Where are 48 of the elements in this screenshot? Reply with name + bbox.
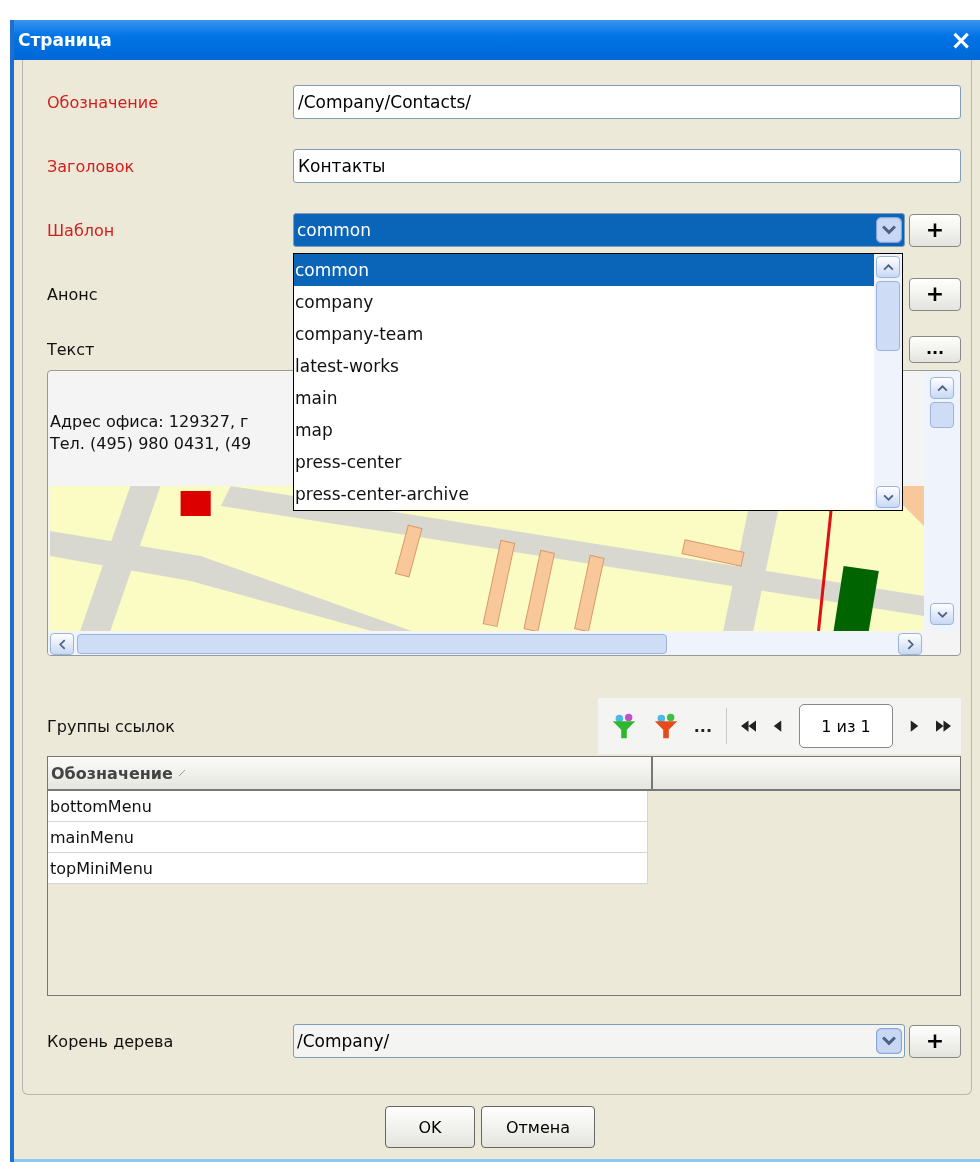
page-field[interactable]: 1 из 1 (799, 704, 893, 748)
more-button[interactable]: ... (693, 716, 712, 736)
dropdown-option[interactable]: company (294, 286, 874, 318)
horizontal-scrollbar[interactable] (48, 633, 924, 655)
more-button[interactable]: ... (909, 335, 961, 363)
vertical-scrollbar[interactable] (874, 254, 902, 510)
sort-icon[interactable] (178, 770, 185, 776)
section-label: Группы ссылок (47, 716, 176, 736)
tree-root-select[interactable]: /Company/ (293, 1024, 905, 1058)
scroll-left-icon[interactable] (50, 633, 74, 655)
template-select[interactable]: common (293, 213, 905, 247)
input-field[interactable]: Контакты (293, 149, 961, 183)
field-label: Заголовок (47, 156, 136, 176)
add-button[interactable]: + (909, 1024, 961, 1058)
dropdown-option[interactable]: main (294, 382, 874, 414)
dropdown-option[interactable]: company-team (294, 318, 874, 350)
vertical-scrollbar[interactable] (924, 371, 960, 631)
field-label: Текст (47, 339, 96, 359)
add-button[interactable]: + (909, 277, 961, 311)
field-label: Корень дерева (47, 1031, 175, 1051)
scroll-down-icon[interactable] (930, 603, 954, 625)
field-label: Шаблон (47, 220, 116, 240)
add-button[interactable]: + (909, 213, 961, 247)
scroll-right-icon[interactable] (898, 633, 922, 655)
last-page-icon[interactable] (936, 720, 951, 732)
editor-text-line: Адрес офиса: 129327, г (50, 410, 249, 433)
close-button[interactable]: × (948, 27, 974, 53)
dialog-button[interactable]: OK (384, 1106, 475, 1148)
scroll-down-icon[interactable] (876, 486, 900, 508)
field-label: Анонс (47, 284, 99, 304)
first-page-icon[interactable] (741, 720, 756, 732)
scroll-thumb[interactable] (930, 402, 954, 428)
dialog-button[interactable]: Отмена (480, 1106, 596, 1148)
table-cell[interactable]: bottomMenu (48, 791, 648, 822)
window-title: Страница (18, 30, 112, 50)
scroll-thumb[interactable] (876, 281, 900, 351)
input-field[interactable]: /Company/Contacts/ (293, 85, 961, 119)
scroll-up-icon[interactable] (876, 256, 900, 278)
dropdown-option[interactable]: press-center (294, 446, 874, 478)
table-cell[interactable]: mainMenu (48, 822, 648, 853)
dropdown-option[interactable]: map (294, 414, 874, 446)
dropdown-option[interactable]: press-center-archive (294, 478, 874, 510)
table-cell[interactable]: topMiniMenu (48, 853, 648, 884)
scroll-up-icon[interactable] (930, 377, 954, 399)
editor-text-line: Тел. (495) 980 0431, (49 (50, 432, 252, 455)
field-label: Обозначение (47, 92, 160, 112)
scroll-thumb[interactable] (77, 634, 667, 654)
dropdown-option[interactable]: common (294, 254, 874, 286)
